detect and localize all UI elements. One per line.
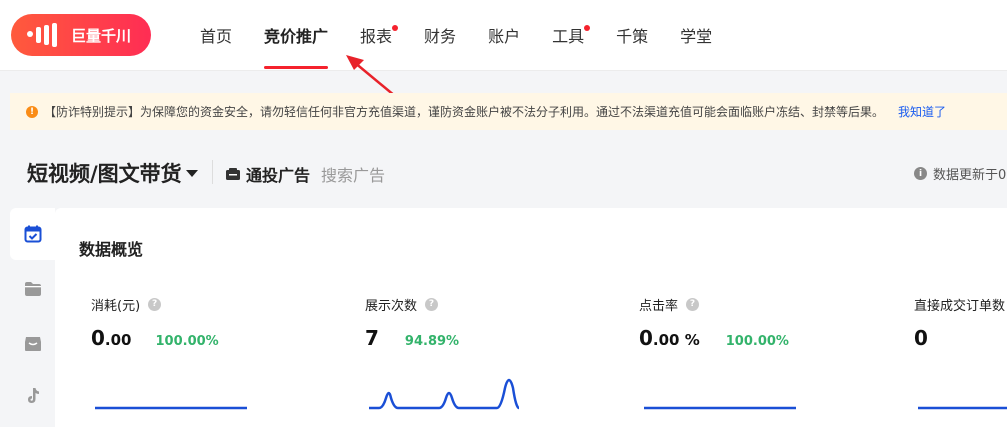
data-updated-status: i 数据更新于0 [914, 164, 1006, 183]
metric-change: 94.89% [404, 334, 460, 349]
metric-value-decimal: .00 [104, 331, 132, 349]
metric-value-unit: % [679, 331, 700, 349]
sparkline-cost [95, 406, 247, 410]
main-nav: 首页 竞价推广 报表 财务 账户 工具 千策 学堂 [200, 0, 744, 70]
store-icon [24, 337, 41, 351]
tab-label: 搜索广告 [321, 166, 386, 185]
nav-item-home[interactable]: 首页 [200, 0, 232, 70]
metric-ctr[interactable]: 点击率? 0.00 % 100.00% [639, 296, 839, 352]
nav-item-reports[interactable]: 报表 [360, 0, 399, 70]
nav-item-label: 报表 [360, 27, 393, 46]
metric-value: 0.00 % [639, 326, 700, 350]
dismiss-notice-link[interactable]: 我知道了 [898, 103, 946, 120]
calendar-check-icon [24, 225, 41, 243]
logo-text: 巨量千川 [71, 26, 132, 45]
help-icon[interactable]: ? [148, 297, 162, 311]
metric-change: 100.00% [725, 334, 789, 349]
metric-label: 消耗(元) [91, 298, 141, 314]
nav-item-label: 首页 [200, 27, 233, 46]
section-header: 短视频/图文带货 通投广告 搜索广告 i 数据更新于0 [0, 150, 1007, 194]
metric-change: 100.00% [155, 334, 219, 349]
nav-item-label: 学堂 [680, 27, 713, 46]
nav-item-label: 千策 [616, 27, 649, 46]
logo[interactable]: 巨量千川 [11, 14, 151, 56]
metric-value: 0 [914, 326, 928, 350]
warning-icon: ! [26, 105, 38, 118]
tab-label: 通投广告 [246, 166, 311, 185]
divider [212, 160, 213, 184]
logo-icon [27, 23, 61, 47]
nav-item-label: 竞价推广 [264, 27, 329, 46]
metric-impressions[interactable]: 展示次数? 7 94.89% [365, 296, 565, 352]
nav-item-qiance[interactable]: 千策 [616, 0, 648, 70]
metric-direct-orders[interactable]: 直接成交订单数 0 [914, 296, 1007, 352]
sparkline-ctr [644, 406, 796, 410]
metric-value-decimal: .00 [652, 331, 680, 349]
top-navigation-bar: 巨量千川 首页 竞价推广 报表 财务 账户 工具 千策 学堂 [0, 0, 1007, 71]
tab-search-ads[interactable]: 搜索广告 [321, 162, 385, 186]
caret-down-icon [185, 169, 198, 177]
nav-item-label: 财务 [424, 27, 457, 46]
updated-text: 数据更新于0 [933, 168, 1007, 183]
sparkline-impressions [369, 378, 520, 410]
metric-value: 7 [365, 326, 379, 350]
folder-icon [24, 282, 41, 296]
sparkline-direct-orders [918, 406, 1007, 410]
metric-value: 0.00 [91, 326, 132, 350]
nav-item-academy[interactable]: 学堂 [680, 0, 712, 70]
panel-title: 数据概览 [79, 240, 144, 259]
douyin-icon [27, 388, 39, 403]
scope-label: 短视频/图文带货 [27, 162, 182, 186]
fraud-warning-notice: ! 【防诈特别提示】为保障您的资金安全，请勿轻信任何非官方充值渠道，谨防资金账户… [10, 93, 1007, 130]
notice-text: 【防诈特别提示】为保障您的资金安全，请勿轻信任何非官方充值渠道，谨防资金账户被不… [44, 105, 885, 119]
metric-label: 点击率 [639, 298, 679, 314]
metric-value-int: 0 [91, 326, 105, 350]
metric-label: 展示次数 [365, 298, 418, 314]
notification-dot [392, 25, 399, 31]
rail-item-overview[interactable] [10, 208, 55, 260]
nav-item-bidding-promotion[interactable]: 竞价推广 [264, 0, 329, 70]
nav-item-label: 账户 [488, 27, 521, 46]
tab-general-ads[interactable]: 通投广告 [226, 162, 310, 186]
metric-value-int: 0 [639, 326, 653, 350]
nav-item-tools[interactable]: 工具 [552, 0, 591, 70]
metric-cost[interactable]: 消耗(元)? 0.00 100.00% [91, 296, 291, 352]
rail-item-store[interactable] [10, 318, 55, 370]
rail-item-douyin[interactable] [10, 370, 55, 422]
help-icon[interactable]: ? [686, 297, 700, 311]
left-rail [10, 208, 55, 427]
metric-label: 直接成交订单数 [914, 298, 1006, 314]
nav-item-finance[interactable]: 财务 [424, 0, 456, 70]
data-overview-panel: 数据概览 消耗(元)? 0.00 100.00% 展示次数? 7 94.89% … [55, 208, 1007, 427]
rail-item-folder[interactable] [10, 263, 55, 315]
nav-item-label: 工具 [552, 27, 585, 46]
help-icon[interactable]: ? [425, 297, 439, 311]
scope-dropdown[interactable]: 短视频/图文带货 [27, 158, 198, 188]
notification-dot [584, 25, 591, 31]
nav-item-account[interactable]: 账户 [488, 0, 520, 70]
box-icon [226, 168, 240, 180]
info-icon: i [914, 167, 927, 180]
